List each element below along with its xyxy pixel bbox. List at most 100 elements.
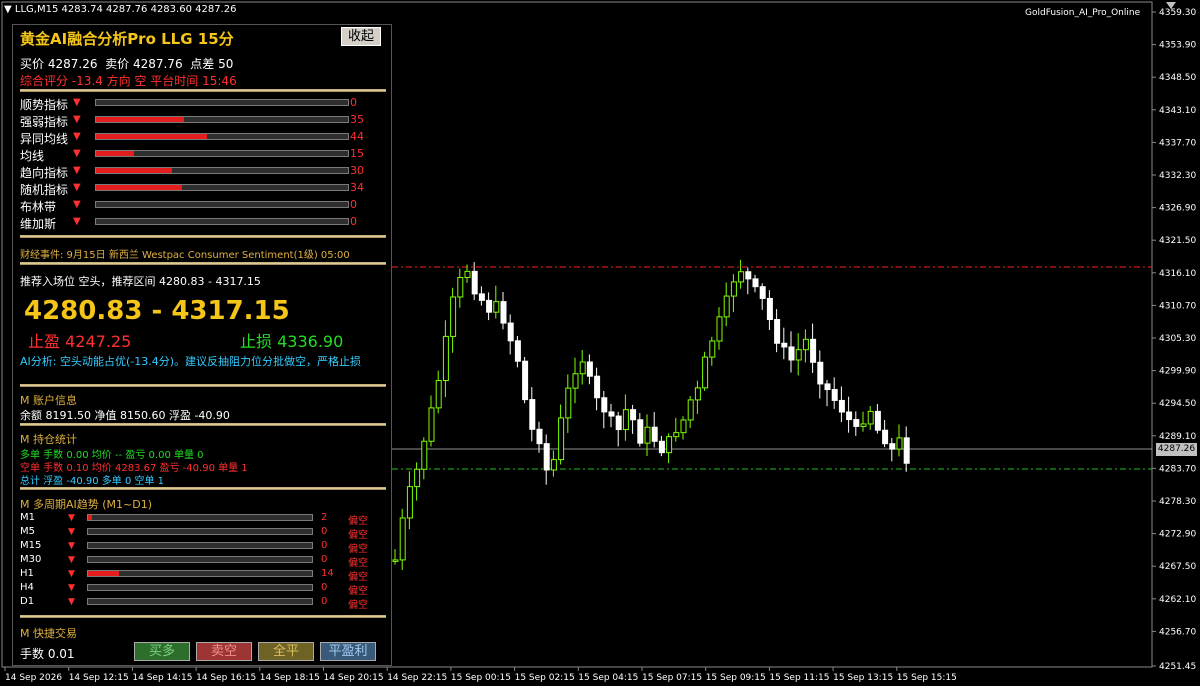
bearish-candle [637,419,644,444]
down-arrow-icon: ▼ [68,555,75,565]
entry-range: 4280.83 - 4317.15 [24,296,290,326]
y-axis-label: 4299.90 [1159,367,1196,377]
bearish-candle [889,443,896,450]
bullish-candle [392,559,399,562]
entry-recommendation: 推荐入场位 空头，推荐区间 4280.83 - 4317.15 [20,275,261,288]
bullish-candle [666,436,673,454]
indicator-bar [95,116,349,123]
lot-size[interactable]: 手数 0.01 [20,645,75,662]
timeframe-trend: 偏空 [348,530,368,541]
timeframe-trend: 偏空 [348,516,368,527]
x-axis-label: 15 Sep 15:15 [897,673,957,683]
bullish-candle [867,410,874,425]
bullish-candle [435,379,442,409]
bearish-candle [838,399,845,413]
bearish-candle [810,338,817,363]
timeframe-value: 14 [321,568,334,579]
down-arrow-icon: ▼ [73,216,81,227]
bearish-candle [658,440,665,454]
indicator-value: 34 [350,181,364,194]
bearish-candle [824,383,831,391]
ask-price: 4287.76 [132,57,183,71]
bearish-candle [529,399,536,430]
x-axis-label: 14 Sep 2026 [5,673,62,683]
bearish-candle [846,411,853,421]
down-arrow-icon: ▼ [68,569,75,579]
bearish-candle [759,286,766,299]
timeframe-bar-fill [88,571,120,576]
indicator-name: 均线 [20,149,45,163]
indicator-bar [95,201,349,208]
bullish-candle [550,459,557,471]
timeframe-value: 0 [321,526,328,537]
bullish-candle [464,270,471,279]
quote-line: 买价 4287.26 卖价 4287.76 点差 50 [20,57,234,71]
bearish-candle [608,411,615,417]
collapse-button[interactable]: 收起 [341,27,381,46]
bearish-candle [853,419,860,427]
timeframe-bar [87,570,313,577]
bearish-candle [882,429,889,445]
bullish-candle [406,486,413,519]
down-arrow-icon: ▼ [73,97,81,108]
timeframe-value: 0 [321,596,328,607]
bearish-candle [514,340,521,362]
separator [20,615,386,618]
bearish-candle [594,375,601,399]
separator [20,262,386,265]
score-line: 综合评分 -13.4 方向 空 平台时间 15:46 [20,74,237,88]
bearish-candle [471,270,478,295]
bearish-candle [651,426,658,442]
timeframe-name: M15 [20,540,42,551]
separator [20,89,386,92]
bearish-candle [774,319,781,344]
y-axis-label: 4353.90 [1159,41,1196,51]
down-arrow-icon: ▼ [73,165,81,176]
bullish-candle [716,316,723,342]
down-arrow-icon: ▼ [68,597,75,607]
bearish-candle [601,397,608,413]
panel-title: 黄金AI融合分析Pro LLG 15分 [20,30,234,48]
buy-button[interactable]: 买多 [134,642,190,661]
close-profit-button[interactable]: 平盈利 [320,642,376,661]
trade-header: M 快捷交易 [20,627,77,640]
down-arrow-icon: ▼ [73,114,81,125]
timeframe-bar [87,542,313,549]
bullish-candle [802,338,809,351]
indicator-bar-fill [96,117,185,122]
sell-button[interactable]: 卖空 [196,642,252,661]
down-arrow-icon: ▼ [73,199,81,210]
timeframe-trend: 偏空 [348,544,368,555]
bullish-candle [738,271,745,283]
take-profit: 止盈 4247.25 [28,332,132,351]
bearish-candle [745,271,752,280]
indicator-name: 趋向指标 [20,166,69,180]
chart-menu-icon[interactable]: ▼ [4,4,12,15]
bid-price: 4287.26 [47,57,98,71]
ai-analysis: AI分析: 空头动能占优(-13.4分)。建议反抽阻力位分批做空，严格止损 [20,355,362,368]
current-price-tag: 4287.26 [1156,443,1197,456]
y-axis-label: 4283.70 [1159,464,1196,474]
bullish-candle [414,468,421,488]
bullish-candle [687,399,694,421]
bullish-candle [428,407,435,442]
y-axis-label: 4251.45 [1159,662,1196,672]
down-arrow-icon: ▼ [68,527,75,537]
indicator-name: 随机指标 [20,183,69,197]
bearish-candle [752,278,759,288]
y-axis-label: 4256.70 [1159,627,1196,637]
down-arrow-icon: ▼ [68,541,75,551]
timeframe-value: 0 [321,540,328,551]
bearish-candle [543,443,550,471]
timeframe-header: M 多周期AI趋势 (M1~D1) [20,498,153,511]
bullish-candle [622,409,629,431]
timeframe-name: H4 [20,582,34,593]
economic-event: 财经事件: 9月15日 新西兰 Westpac Consumer Sentime… [20,250,350,261]
timeframe-value: 0 [321,554,328,565]
separator [20,235,386,238]
y-axis-label: 4267.50 [1159,562,1196,572]
bullish-candle [730,281,737,297]
account-header: M 账户信息 [20,394,77,407]
close-all-button[interactable]: 全平 [258,642,314,661]
timeframe-bar-fill [88,515,93,520]
